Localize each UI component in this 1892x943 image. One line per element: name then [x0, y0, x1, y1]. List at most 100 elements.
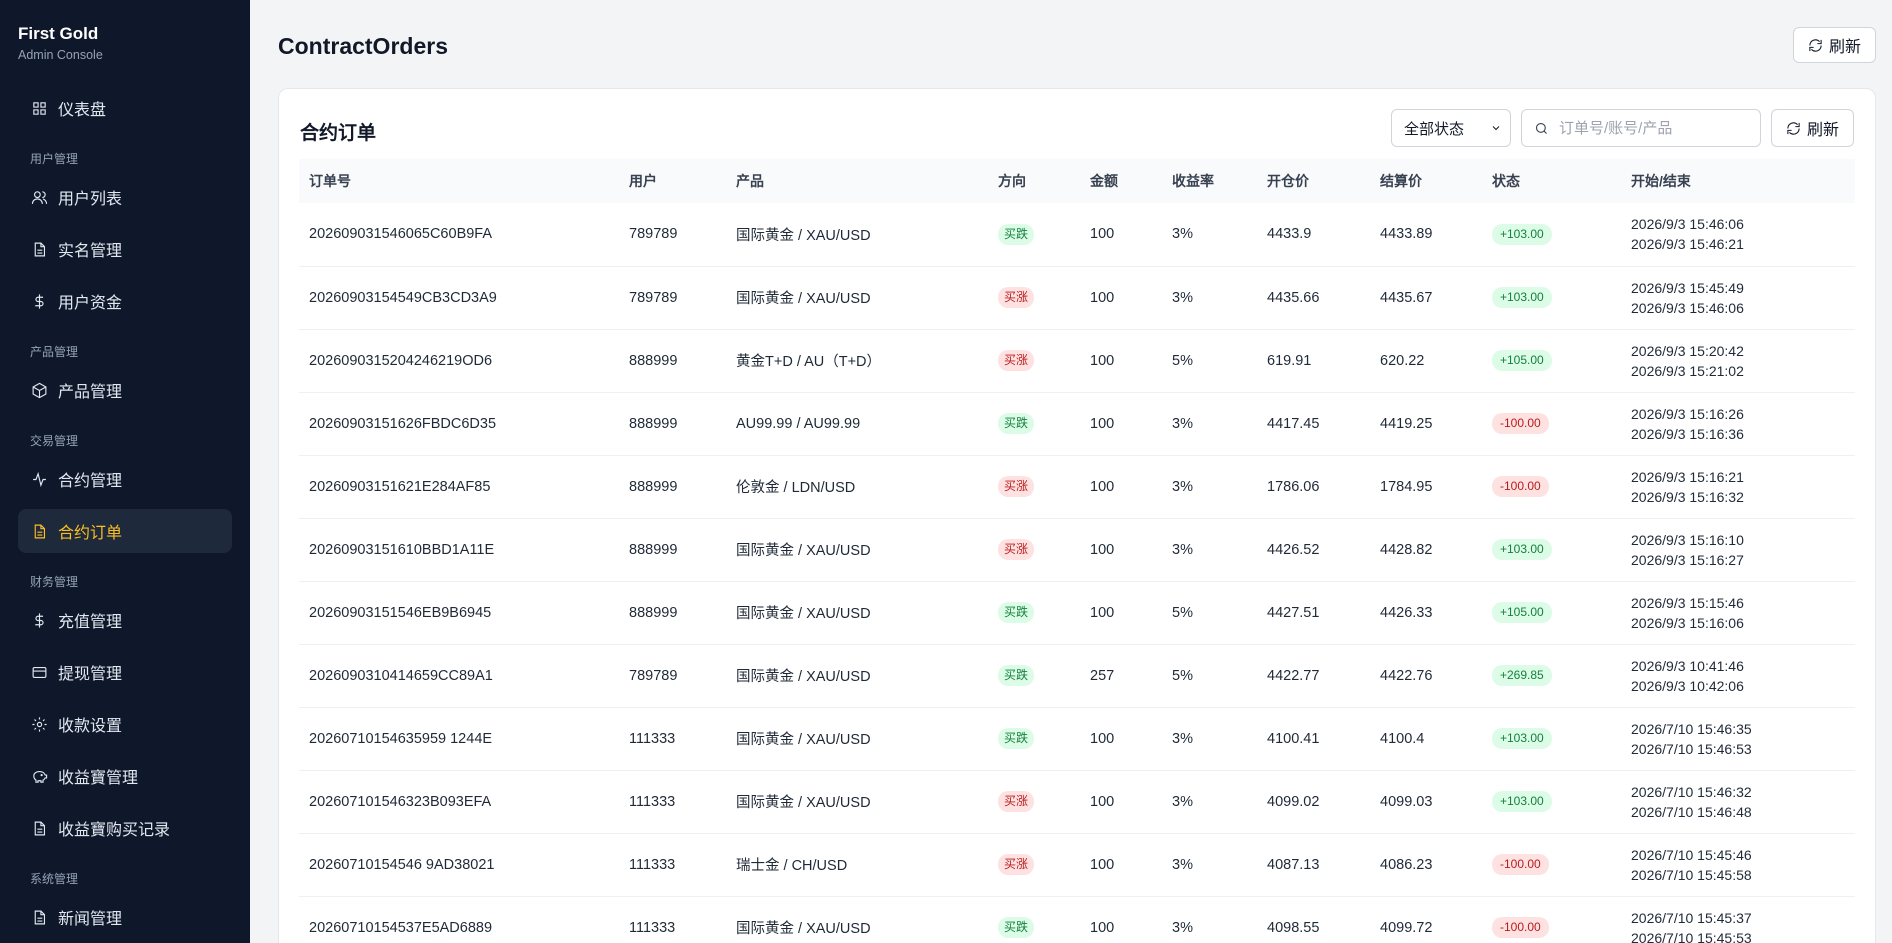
table-header-row: 订单号 用户 产品 方向 金额 收益率 开仓价 结算价 状态 开始/结束	[299, 159, 1855, 203]
time-cell: 2026/9/3 15:46:06 2026/9/3 15:46:21	[1621, 203, 1855, 267]
sidebar-item[interactable]: 实名管理	[18, 227, 232, 271]
sidebar-item[interactable]: 产品管理	[18, 368, 232, 412]
sidebar-group-label: 财务管理	[30, 575, 79, 589]
search-input[interactable]	[1558, 119, 1739, 137]
column-header: 订单号	[309, 173, 351, 189]
sidebar-item[interactable]: 收益寶购买记录	[18, 806, 232, 850]
sidebar-item[interactable]: 仪表盘	[18, 86, 232, 130]
start-time: 2026/9/3 15:16:21	[1631, 468, 1744, 485]
table-row[interactable]: 20260710154635959 1244E 111333 国际黄金 / XAU/…	[299, 707, 1855, 771]
direction-cell: 买跌	[988, 392, 1080, 456]
sidebar-item[interactable]: 用户资金	[18, 279, 232, 323]
table-row[interactable]: 2026090315204246219OD6 888999 黄金T+D / AU（T…	[299, 329, 1855, 393]
amount: 100	[1080, 518, 1162, 582]
order-id: 202607101546323B093EFA	[299, 770, 619, 834]
amount: 100	[1080, 707, 1162, 771]
sidebar-item[interactable]: 用户列表	[18, 175, 232, 219]
sidebar-item-label: 产品管理	[58, 384, 123, 401]
table-row[interactable]: 20260903151626FBDC6D35 888999 AU99.99 / AU…	[299, 392, 1855, 456]
table-row[interactable]: 2026090310414659CC89A1 789789 国际黄金 / XAU/U…	[299, 644, 1855, 708]
open-price: 4422.77	[1257, 644, 1370, 708]
status-cell: +269.85	[1482, 644, 1621, 708]
sidebar-item[interactable]: 提现管理	[18, 650, 232, 694]
column-header: 收益率	[1172, 173, 1214, 189]
direction-cell: 买跌	[988, 581, 1080, 645]
open-price: 4426.52	[1257, 518, 1370, 582]
rate: 3%	[1162, 455, 1257, 519]
table-row[interactable]: 20260710154546 9AD38021 111333 瑞士金 / CH/US…	[299, 833, 1855, 897]
orders-card: 合约订单 全部状态 刷新 订单号 用户 产品 方向 金额 收益率 开仓价 结算价 状态 开始/结束…	[278, 88, 1876, 943]
direction-badge: 买涨	[998, 350, 1035, 371]
product: 国际黄金 / XAU/USD	[726, 707, 988, 771]
status-badge: -100.00	[1492, 854, 1549, 875]
order-id: 20260710154635959 1244E	[299, 707, 619, 771]
start-time: 2026/9/3 15:20:42	[1631, 342, 1744, 359]
table-row[interactable]: 20260710154537E5AD6889 111333 国际黄金 / XAU/U…	[299, 896, 1855, 943]
time-cell: 2026/7/10 15:45:37 2026/7/10 15:45:53	[1621, 896, 1855, 943]
settle-price: 620.22	[1370, 329, 1482, 393]
table-row[interactable]: 20260903151546EB9B6945 888999 国际黄金 / XAU/U…	[299, 581, 1855, 645]
table-row[interactable]: 20260903154549CB3CD3A9 789789 国际黄金 / XAU/U…	[299, 266, 1855, 330]
sidebar-item[interactable]: 收益寶管理	[18, 754, 232, 798]
user-id: 789789	[619, 266, 726, 330]
rate: 3%	[1162, 770, 1257, 834]
table-row[interactable]: 202609031546065C60B9FA 789789 国际黄金 / XAU/U…	[299, 203, 1855, 267]
page-title: ContractOrders	[278, 33, 448, 59]
column-header: 开始/结束	[1631, 173, 1691, 189]
column-header: 用户	[629, 173, 657, 189]
refresh-icon	[1787, 121, 1800, 135]
settle-price: 4419.25	[1370, 392, 1482, 456]
order-id: 20260903151626FBDC6D35	[299, 392, 619, 456]
open-price: 4417.45	[1257, 392, 1370, 456]
refresh-icon	[1809, 38, 1822, 52]
settle-price: 1784.95	[1370, 455, 1482, 519]
start-time: 2026/9/3 15:16:26	[1631, 405, 1744, 422]
sidebar-item[interactable]: 合约订单	[18, 509, 232, 553]
table-row[interactable]: 20260903151621E284AF85 888999 伦敦金 / LDN/US…	[299, 455, 1855, 519]
status-select[interactable]: 全部状态	[1390, 109, 1511, 147]
open-price: 4435.66	[1257, 266, 1370, 330]
rate: 3%	[1162, 707, 1257, 771]
dollar-icon	[30, 611, 48, 629]
column-header: 产品	[736, 173, 764, 189]
end-time: 2026/7/10 15:45:58	[1631, 866, 1752, 883]
order-id: 20260903151546EB9B6945	[299, 581, 619, 645]
direction-cell: 买涨	[988, 329, 1080, 393]
time-cell: 2026/9/3 15:20:42 2026/9/3 15:21:02	[1621, 329, 1855, 393]
card-icon	[30, 663, 48, 681]
card-refresh-button[interactable]: 刷新	[1770, 109, 1854, 147]
direction-cell: 买跌	[988, 644, 1080, 708]
end-time: 2026/7/10 15:45:53	[1631, 929, 1752, 943]
status-cell: +103.00	[1482, 203, 1621, 267]
direction-badge: 买涨	[998, 539, 1035, 560]
direction-cell: 买跌	[988, 707, 1080, 771]
user-id: 789789	[619, 203, 726, 267]
sidebar-item[interactable]: 充值管理	[18, 598, 232, 642]
status-select-value: 全部状态	[1403, 120, 1464, 138]
product: AU99.99 / AU99.99	[726, 392, 988, 456]
amount: 100	[1080, 896, 1162, 943]
sidebar-item[interactable]: 收款设置	[18, 702, 232, 746]
table-row[interactable]: 202607101546323B093EFA 111333 国际黄金 / XAU/U…	[299, 770, 1855, 834]
settle-price: 4435.67	[1370, 266, 1482, 330]
amount: 100	[1080, 770, 1162, 834]
open-price: 4087.13	[1257, 833, 1370, 897]
activity-icon	[30, 470, 48, 488]
sidebar-item[interactable]: 新闻管理	[18, 895, 232, 939]
rate: 3%	[1162, 833, 1257, 897]
time-cell: 2026/9/3 15:15:46 2026/9/3 15:16:06	[1621, 581, 1855, 645]
user-id: 888999	[619, 329, 726, 393]
column-header: 金额	[1090, 173, 1118, 189]
header-refresh-button[interactable]: 刷新	[1792, 27, 1876, 63]
sidebar-item-label: 用户资金	[58, 295, 123, 312]
card-toolbar: 全部状态 刷新	[1390, 109, 1854, 147]
file-icon	[30, 240, 48, 258]
rate: 5%	[1162, 329, 1257, 393]
order-id: 20260903151621E284AF85	[299, 455, 619, 519]
status-cell: +103.00	[1482, 266, 1621, 330]
amount: 100	[1080, 329, 1162, 393]
product: 国际黄金 / XAU/USD	[726, 770, 988, 834]
table-row[interactable]: 20260903151610BBD1A11E 888999 国际黄金 / XAU/U…	[299, 518, 1855, 582]
status-badge: +103.00	[1492, 728, 1552, 749]
sidebar-item[interactable]: 合约管理	[18, 457, 232, 501]
